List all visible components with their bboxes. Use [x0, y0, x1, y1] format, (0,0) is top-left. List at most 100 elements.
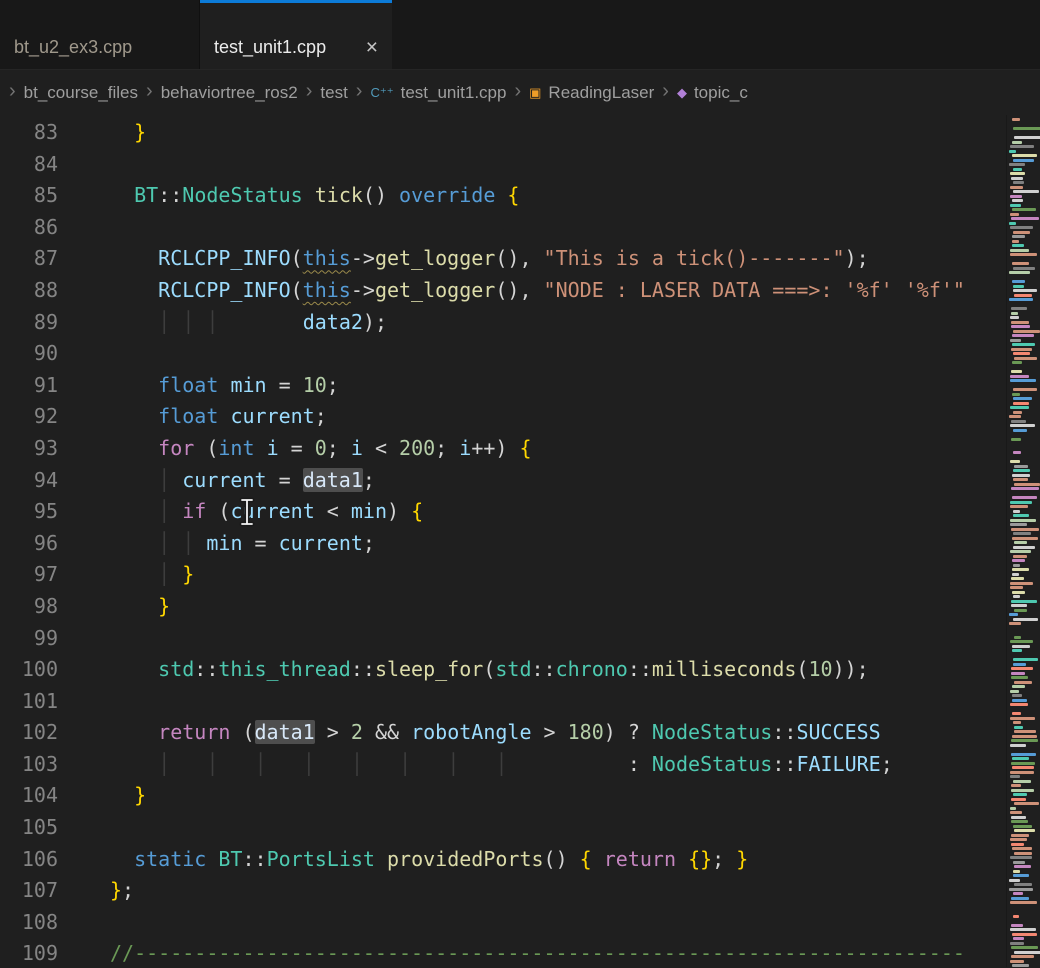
code-line[interactable]: 92 float current;	[0, 401, 1006, 433]
code-token: ;	[881, 752, 893, 776]
indent-guide: │	[182, 310, 194, 334]
code-token: ->	[351, 278, 375, 302]
minimap-line	[1013, 555, 1027, 558]
code-token: override	[399, 183, 495, 207]
code-token: 180	[568, 720, 604, 744]
code-token: ;	[712, 847, 736, 871]
minimap-line	[1010, 703, 1028, 706]
code-line[interactable]: 108	[0, 907, 1006, 939]
code-line[interactable]: 98 }	[0, 591, 1006, 623]
minimap-line	[1013, 780, 1031, 783]
minimap-line	[1010, 213, 1019, 216]
code-line[interactable]: 100 std::this_thread::sleep_for(std::chr…	[0, 654, 1006, 686]
line-number: 99	[0, 623, 58, 655]
minimap-line	[1012, 685, 1024, 688]
minimap-line	[1011, 438, 1021, 441]
tab-label: test_unit1.cpp	[214, 37, 326, 58]
code-line[interactable]: 102 return (data1 > 2 && robotAngle > 18…	[0, 717, 1006, 749]
code-line[interactable]: 106 static BT::PortsList providedPorts()…	[0, 844, 1006, 876]
code-token: =	[279, 436, 315, 460]
minimap[interactable]	[1006, 115, 1040, 967]
code-line[interactable]: 89 │ │ │ data2);	[0, 307, 1006, 339]
code-line[interactable]: 85 BT::NodeStatus tick() override {	[0, 180, 1006, 212]
code-token: 0	[315, 436, 327, 460]
minimap-line	[1014, 726, 1023, 729]
minimap-line	[1012, 694, 1022, 697]
code-line[interactable]: 107};	[0, 875, 1006, 907]
code-line[interactable]: 93 for (int i = 0; i < 200; i++) {	[0, 433, 1006, 465]
code-token: ;	[363, 531, 375, 555]
code-token: );	[363, 310, 387, 334]
minimap-line	[1011, 217, 1039, 220]
breadcrumb-label: behaviortree_ros2	[161, 83, 298, 103]
code-line[interactable]: 91 float min = 10;	[0, 370, 1006, 402]
code-line[interactable]: 94 │ current = data1;	[0, 465, 1006, 497]
tab-bt_u2_ex3[interactable]: bt_u2_ex3.cpp	[0, 0, 200, 69]
minimap-line	[1013, 159, 1034, 162]
minimap-line	[1013, 870, 1020, 873]
breadcrumb-item-ReadingLaser[interactable]: ▣ReadingLaser	[529, 83, 654, 103]
code-line[interactable]: 84	[0, 149, 1006, 181]
line-number: 84	[0, 149, 58, 181]
code-token: (),	[495, 278, 543, 302]
minimap-line	[1014, 609, 1027, 612]
minimap-line	[1011, 312, 1018, 315]
line-number: 107	[0, 875, 58, 907]
code-token: data2	[303, 310, 363, 334]
close-icon[interactable]: ×	[364, 37, 380, 58]
minimap-line	[1013, 289, 1038, 292]
minimap-line	[1012, 649, 1022, 652]
breadcrumb-item-behaviortree_ros2[interactable]: behaviortree_ros2	[161, 83, 298, 103]
minimap-line	[1011, 753, 1035, 756]
code-token: ->	[351, 246, 375, 270]
code-editor[interactable]: 83 }8485 BT::NodeStatus tick() override …	[0, 115, 1040, 967]
code-token: tick	[315, 183, 363, 207]
line-number: 101	[0, 686, 58, 718]
code-line[interactable]: 99	[0, 623, 1006, 655]
code-line[interactable]: 101	[0, 686, 1006, 718]
code-line[interactable]: 97 │ }	[0, 559, 1006, 591]
code-token: ));	[833, 657, 869, 681]
code-token: current	[279, 531, 363, 555]
minimap-line	[1013, 618, 1038, 621]
code-line[interactable]: 83 }	[0, 117, 1006, 149]
breadcrumb-item-topic_c[interactable]: ◆topic_c	[677, 83, 748, 103]
minimap-line	[1014, 294, 1032, 297]
code-line[interactable]: 86	[0, 212, 1006, 244]
minimap-line	[1014, 483, 1040, 486]
minimap-line	[1011, 321, 1029, 324]
minimap-line	[1012, 199, 1023, 202]
breadcrumb-item-bt_course_files[interactable]: bt_course_files	[24, 83, 138, 103]
code-token: return	[604, 847, 676, 871]
breadcrumb-item-test_unit1.cpp[interactable]: C⁺⁺test_unit1.cpp	[370, 83, 506, 103]
code-line[interactable]: 96 │ │ min = current;	[0, 528, 1006, 560]
minimap-line	[1010, 460, 1020, 463]
code-line[interactable]: 90	[0, 338, 1006, 370]
code-token: =	[267, 468, 303, 492]
minimap-line	[1013, 267, 1035, 270]
minimap-line	[1010, 523, 1027, 526]
minimap-line	[1014, 636, 1021, 639]
tab-test_unit1[interactable]: test_unit1.cpp ×	[200, 0, 392, 69]
code-line[interactable]: 103 │ │ │ │ │ │ │ │ : NodeStatus::FAILUR…	[0, 749, 1006, 781]
minimap-line	[1010, 856, 1031, 859]
minimap-line	[1009, 622, 1020, 625]
code-line[interactable]: 105	[0, 812, 1006, 844]
code-token: RCLCPP_INFO	[158, 246, 290, 270]
minimap-line	[1011, 834, 1029, 837]
code-line[interactable]: 104 }	[0, 780, 1006, 812]
code-token: "This is a tick()-------"	[544, 246, 845, 270]
code-line[interactable]: 88 RCLCPP_INFO(this->get_logger(), "NODE…	[0, 275, 1006, 307]
breadcrumb-item-test[interactable]: test	[320, 83, 347, 103]
code-token	[110, 278, 158, 302]
code-token	[267, 752, 303, 776]
minimap-line	[1012, 766, 1034, 769]
code-line[interactable]: 109//-----------------------------------…	[0, 938, 1006, 967]
code-line[interactable]: 87 RCLCPP_INFO(this->get_logger(), "This…	[0, 243, 1006, 275]
minimap-line	[1012, 208, 1036, 211]
minimap-line	[1012, 154, 1037, 157]
minimap-line	[1011, 325, 1030, 328]
code-line[interactable]: 95 │ if (current < min) {	[0, 496, 1006, 528]
code-token: i	[267, 436, 279, 460]
indent-guide: │	[206, 752, 218, 776]
